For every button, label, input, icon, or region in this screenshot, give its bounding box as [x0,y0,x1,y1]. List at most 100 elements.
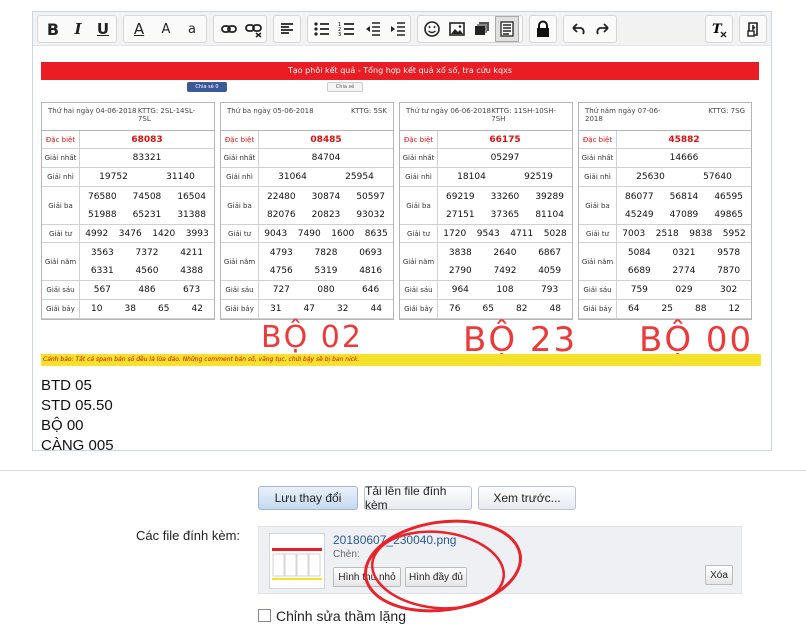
prize-number: 32 [337,304,349,314]
prize-number: 4816 [359,265,383,276]
prize-numbers: 3838 2640 6867 2790 7492 4059 [438,243,572,280]
prize-label: Giải nhất [221,149,259,167]
prize-number: 47 [303,304,315,314]
result-row: Đặc biệt 68083 [42,131,214,149]
rich-text-editor[interactable]: B I U A A a 123 T Tạo phôi kết quả - Tổn… [32,11,772,454]
prize-number: 486 [138,285,156,295]
prize-number: 31140 [166,172,195,182]
result-row: Giải tư 9043 7490 1600 8635 [221,225,393,243]
prize-number: 2790 [448,265,472,276]
attachment-thumbnail[interactable] [269,533,325,589]
font-family-button[interactable]: a [180,16,204,42]
prize-number: 50597 [356,191,385,202]
smilies-button[interactable] [420,16,444,42]
undo-button[interactable] [566,16,590,42]
prize-number: 64 [628,304,640,314]
prize-numbers: 22480 30874 50597 82076 20823 93032 [259,187,393,224]
prize-number: 8635 [364,228,388,239]
prize-numbers: 19752 31140 [80,168,214,186]
upload-attachment-button[interactable]: Tải lên file đính kèm [364,484,472,512]
prize-number: 76 [449,304,461,314]
outdent-button[interactable] [360,16,384,42]
insert-thumbnail-button[interactable]: Hình thu nhỏ [333,567,401,587]
prize-numbers: 4992 3476 1420 3993 [80,225,214,242]
media-button[interactable] [470,16,494,42]
underline-button[interactable]: U [91,16,115,42]
editor-body-text[interactable]: BTD 05 STD 05.50 BỘ 00 CÀNG 005 [41,376,114,456]
prize-number: 31388 [177,209,206,220]
align-button[interactable] [275,16,299,42]
italic-button[interactable]: I [66,16,90,42]
bullet-list-button[interactable] [310,16,334,42]
prize-number: 44 [370,304,382,314]
result-row: Giải sáu 964 108 793 [400,281,572,300]
remove-format-button[interactable]: T [707,16,731,42]
prize-numbers: 69219 33260 39289 27151 37365 81104 [438,187,572,224]
result-row: Giải ba 76580 74508 16504 51988 65231 31388 [42,187,214,225]
code-button[interactable] [495,16,519,42]
unlink-icon [245,24,262,38]
bold-button[interactable]: B [41,16,65,42]
font-color-button[interactable]: A [127,16,151,42]
redo-button[interactable] [591,16,615,42]
prize-number: 86077 [625,191,654,202]
prize-number: 22480 [267,191,296,202]
indent-button[interactable] [385,16,409,42]
result-row: Giải nhì 19752 31140 [42,168,214,187]
prize-numbers: 3563 7372 4211 6331 4560 4388 [80,243,214,280]
save-button[interactable]: Lưu thay đổi [258,486,358,510]
prize-numbers: 83321 [80,149,214,167]
prize-label: Giải tư [579,225,617,242]
font-group: A A a [123,15,207,43]
prize-number: 31 [270,304,282,314]
numbered-list-button[interactable]: 123 [335,16,359,42]
prize-number: 5084 [627,247,651,258]
font-size-button[interactable]: A [154,16,178,42]
google-share-badge: Chia sẻ [327,82,363,92]
prize-label: Giải ba [221,187,259,224]
prize-number: 12 [728,304,740,314]
prize-label: Đặc biệt [42,131,80,148]
insert-full-image-button[interactable]: Hình đầy đủ [405,567,467,587]
result-row: Giải năm 3838 2640 6867 2790 7492 4059 [400,243,572,281]
result-row: Đặc biệt 08485 [221,131,393,149]
prize-number: 84704 [311,153,341,163]
clear-group: T [705,15,733,43]
image-button[interactable] [445,16,469,42]
result-table: Thứ tư ngày 06-06-2018 KTTG: 11SH-10SH-7S… [399,102,573,320]
prize-label: Giải năm [579,243,617,280]
silent-edit-label[interactable]: Chỉnh sửa thầm lặng [276,608,406,624]
unlink-button[interactable] [242,16,266,42]
delete-attachment-button[interactable]: Xóa [705,565,733,585]
prize-numbers: 25630 57640 [617,168,751,186]
prize-number: 25 [661,304,673,314]
prize-number: 5028 [543,228,567,239]
prize-number: 4793 [269,247,293,258]
prize-number: 6331 [90,265,114,276]
prize-number: 46595 [714,191,743,202]
prize-number: 83321 [132,153,162,163]
align-group [273,15,301,43]
prize-number: 69219 [446,191,475,202]
text-line: CÀNG 005 [41,437,114,454]
link-button[interactable] [217,16,241,42]
editor-toolbar: B I U A A a 123 T [33,12,771,46]
prize-number: 3563 [90,247,114,258]
preview-button[interactable]: Xem trước... [478,486,576,510]
prize-label: Giải tư [221,225,259,242]
lock-button[interactable] [531,16,555,42]
prize-number: 5319 [314,265,338,276]
prize-number: 31064 [278,172,307,182]
prize-numbers: 84704 [259,149,393,167]
prize-numbers: 76 65 82 48 [438,300,572,318]
prize-numbers: 64 25 88 12 [617,300,751,318]
bb-code-button[interactable] [741,16,765,42]
result-banner: Tạo phôi kết quả - Tổng hợp kết quả xổ s… [41,62,759,80]
prize-number: 4560 [135,265,159,276]
bbcode-group [739,15,767,43]
prize-number: 33260 [490,191,520,202]
attachment-filename-link[interactable]: 20180607_230040.png [333,533,456,547]
silent-edit-checkbox[interactable] [258,609,271,622]
prize-number: 65 [158,304,170,314]
prize-number: 7003 [622,228,646,239]
